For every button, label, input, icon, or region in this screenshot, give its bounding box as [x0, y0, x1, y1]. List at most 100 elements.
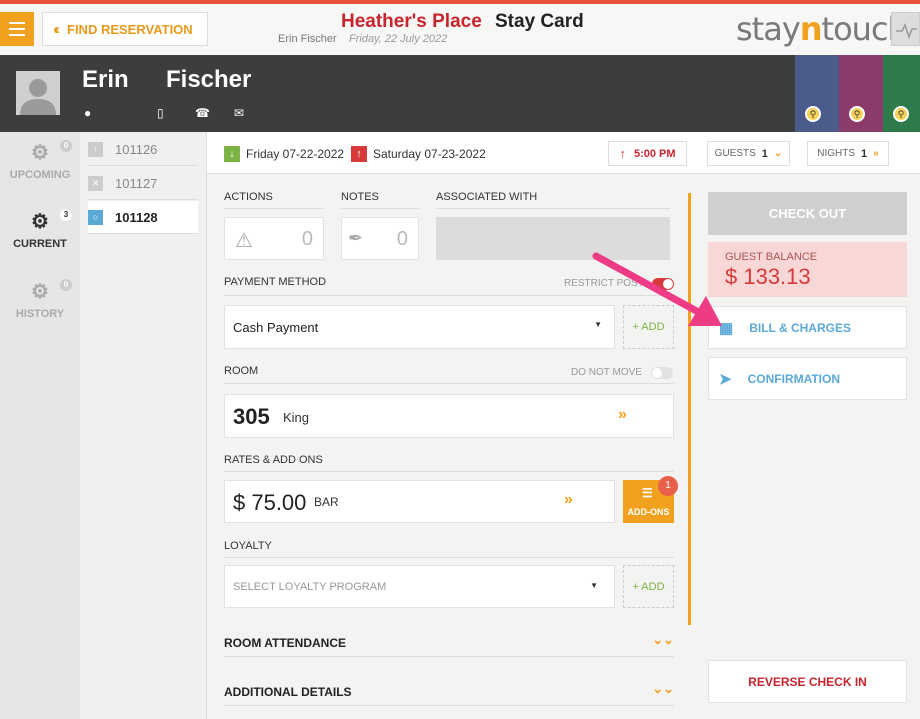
dropdown-caret-icon: ▼: [594, 320, 602, 329]
tab-upcoming[interactable]: ⚙ 0 UPCOMING: [0, 140, 80, 181]
phone-icon[interactable]: ☎: [195, 106, 210, 120]
list-item[interactable]: ○ 101128: [88, 201, 198, 234]
person-silhouette-icon: [20, 79, 56, 115]
guests-chip[interactable]: GUESTS 1 ⌄: [707, 141, 790, 166]
tile-hotel[interactable]: ⚲: [795, 55, 839, 132]
reverse-check-in-button[interactable]: REVERSE CHECK IN: [708, 660, 907, 703]
pin-icon: ✒: [348, 228, 364, 248]
payment-method-value: Cash Payment: [233, 320, 319, 335]
current-count: 3: [60, 209, 72, 221]
header-date: Friday, 22 July 2022: [349, 33, 448, 45]
tile-globe[interactable]: ⚲: [839, 55, 883, 132]
restrict-post-toggle[interactable]: [652, 278, 674, 290]
tab-upcoming-label: UPCOMING: [9, 169, 71, 181]
guest-balance-panel: GUEST BALANCE $ 133.13: [708, 242, 907, 297]
activity-button[interactable]: [891, 12, 920, 46]
guest-last-name[interactable]: Fischer: [166, 66, 251, 94]
screen-title: Stay Card: [495, 11, 584, 32]
upcoming-count: 0: [60, 140, 72, 152]
room-attendance-section[interactable]: ROOM ATTENDANCE ⌄⌄: [224, 632, 674, 657]
list-item[interactable]: ↑ 101126: [88, 133, 198, 166]
send-icon: ➤: [719, 370, 732, 388]
double-chevron-left-icon: ‹‹: [53, 20, 60, 38]
cancelled-icon: ✕: [88, 175, 103, 191]
actions-label: ACTIONS: [224, 191, 273, 203]
payment-method-select[interactable]: Cash Payment ▼: [224, 305, 615, 349]
actions-count: 0: [301, 228, 313, 250]
chevron-down-icon: ⌄⌄: [652, 681, 674, 696]
add-ons-label: ADD-ONS: [627, 507, 670, 517]
layers-icon: ☰: [642, 486, 653, 500]
guest-first-name[interactable]: Erin: [82, 66, 129, 94]
arrival-date[interactable]: ↓ Friday 07-22-2022: [224, 146, 344, 162]
nights-chip[interactable]: NIGHTS 1»: [807, 141, 889, 166]
actions-button[interactable]: ⚠ 0: [224, 217, 324, 260]
chevron-down-icon: ⌄⌄: [652, 632, 674, 647]
pulse-icon: [896, 23, 917, 40]
tile-green[interactable]: ⚲: [883, 55, 920, 132]
timeline-divider: [688, 193, 691, 625]
rate-code: BAR: [314, 495, 339, 509]
room-number: 305: [233, 404, 270, 429]
rate-amount: $ 75.00: [233, 490, 307, 515]
do-not-move-toggle[interactable]: [651, 367, 673, 379]
room-type: King: [283, 410, 310, 425]
list-item[interactable]: ✕ 101127: [88, 167, 198, 200]
arrow-up-icon: ↑: [351, 146, 367, 162]
tab-history[interactable]: ⚙ 0 HISTORY: [0, 279, 80, 320]
location-icon[interactable]: ●: [84, 106, 91, 120]
history-count: 0: [60, 279, 72, 291]
room-selector[interactable]: 305 King »: [224, 394, 674, 438]
arrow-up-icon: ↑: [619, 146, 626, 161]
chevron-right-icon: »: [564, 491, 573, 508]
guest-avatar[interactable]: [16, 71, 60, 115]
tab-current[interactable]: ⚙ 3 CURRENT: [0, 209, 80, 250]
departure-date[interactable]: ↑ Saturday 07-23-2022: [351, 146, 486, 162]
rates-label: RATES & ADD ONS: [224, 454, 323, 466]
chevron-down-icon: ⌄: [773, 148, 783, 159]
notes-label: NOTES: [341, 191, 379, 203]
chevron-right-icon: »: [873, 148, 879, 159]
guest-balance-label: GUEST BALANCE: [725, 251, 818, 263]
hotel-name: Heather's Place: [341, 11, 482, 32]
additional-details-section[interactable]: ADDITIONAL DETAILS ⌄⌄: [224, 681, 674, 706]
tab-current-label: CURRENT: [13, 238, 67, 250]
dropdown-caret-icon: ▼: [590, 581, 598, 590]
loyalty-placeholder: SELECT LOYALTY PROGRAM: [233, 581, 387, 593]
warning-icon: ⚠: [235, 230, 253, 252]
find-reservation-button[interactable]: ‹‹ FIND RESERVATION: [42, 12, 208, 46]
check-out-button[interactable]: CHECK OUT: [708, 192, 907, 235]
associated-field[interactable]: [436, 217, 670, 260]
rate-selector[interactable]: $ 75.00 BAR »: [224, 480, 615, 523]
stayntouch-logo: stayntouch: [736, 10, 908, 48]
notes-button[interactable]: ✒ 0: [341, 217, 419, 260]
menu-button[interactable]: [0, 12, 34, 46]
mobile-phone-icon[interactable]: ▯: [157, 106, 164, 120]
current-stay-icon: ○: [88, 209, 103, 225]
guest-bar: [0, 55, 920, 132]
payment-method-label: PAYMENT METHOD: [224, 276, 327, 288]
add-payment-button[interactable]: + ADD: [623, 305, 674, 349]
notes-count: 0: [396, 228, 408, 250]
email-icon[interactable]: ✉: [234, 106, 244, 120]
loyalty-select[interactable]: SELECT LOYALTY PROGRAM ▼: [224, 565, 615, 608]
restrict-post-label: RESTRICT POST: [564, 278, 644, 289]
search-icon: ⚲: [849, 106, 865, 122]
find-reservation-label: FIND RESERVATION: [67, 21, 193, 37]
add-loyalty-button[interactable]: + ADD: [623, 565, 674, 608]
bill-and-charges-button[interactable]: ▦ BILL & CHARGES: [708, 306, 907, 349]
room-label: ROOM: [224, 365, 259, 377]
header-guest-name: Erin Fischer: [278, 33, 337, 45]
calculator-icon: ▦: [719, 319, 734, 337]
associated-label: ASSOCIATED WITH: [436, 191, 538, 203]
do-not-move-label: DO NOT MOVE: [571, 367, 642, 378]
loyalty-label: LOYALTY: [224, 540, 272, 552]
departure-time[interactable]: ↑ 5:00 PM: [608, 141, 687, 166]
tab-history-label: HISTORY: [15, 308, 65, 320]
guest-balance-value: $ 133.13: [725, 264, 811, 289]
add-ons-count-badge: 1: [658, 476, 678, 496]
search-icon: ⚲: [893, 106, 909, 122]
confirmation-button[interactable]: ➤ CONFIRMATION: [708, 357, 907, 400]
chevron-right-icon: »: [618, 406, 627, 423]
search-icon: ⚲: [805, 106, 821, 122]
